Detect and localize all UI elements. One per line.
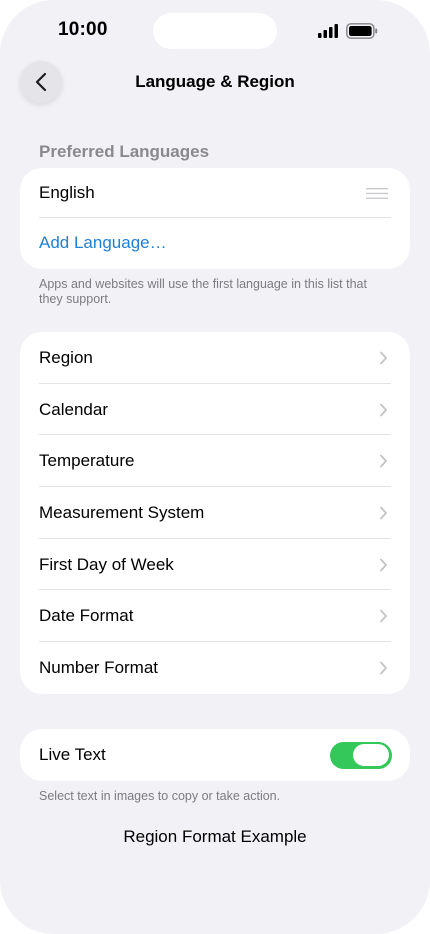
settings-row-date-format[interactable]: Date Format bbox=[20, 590, 410, 643]
battery-icon bbox=[346, 23, 378, 39]
language-row-english[interactable]: English bbox=[20, 168, 410, 218]
settings-row-label: Number Format bbox=[39, 657, 159, 677]
settings-row-label: Temperature bbox=[39, 451, 135, 471]
region-format-example[interactable]: Region Format Example bbox=[0, 827, 430, 847]
settings-row-label: Calendar bbox=[39, 399, 108, 419]
live-text-label: Live Text bbox=[39, 745, 106, 764]
live-text-row: Live Text bbox=[20, 729, 410, 781]
settings-row-region[interactable]: Region bbox=[20, 332, 410, 384]
settings-row-temperature[interactable]: Temperature bbox=[20, 435, 410, 488]
reorder-handle-icon[interactable] bbox=[366, 187, 388, 199]
signal-icon bbox=[318, 24, 338, 38]
chevron-right-icon bbox=[380, 506, 387, 520]
settings-row-label: First Day of Week bbox=[39, 554, 174, 574]
chevron-right-icon bbox=[380, 351, 387, 365]
toggle-knob bbox=[353, 744, 389, 766]
chevron-right-icon bbox=[380, 454, 387, 468]
languages-footnote: Apps and websites will use the first lan… bbox=[39, 277, 367, 306]
region-settings-card: Region Calendar Temperature Measurement … bbox=[20, 332, 410, 694]
settings-row-label: Date Format bbox=[39, 606, 134, 626]
settings-row-first-day-of-week[interactable]: First Day of Week bbox=[20, 539, 410, 591]
live-text-card: Live Text bbox=[20, 729, 410, 781]
chevron-right-icon bbox=[380, 403, 387, 416]
chevron-right-icon bbox=[380, 609, 387, 623]
settings-row-label: Measurement System bbox=[39, 502, 205, 522]
page-title: Language & Region bbox=[135, 72, 295, 91]
live-text-toggle[interactable] bbox=[330, 741, 392, 769]
chevron-right-icon bbox=[380, 661, 387, 675]
settings-row-number-format[interactable]: Number Format bbox=[20, 642, 410, 694]
add-language-label: Add Language… bbox=[39, 233, 167, 252]
languages-card: English Add Language… bbox=[20, 168, 410, 269]
dynamic-island bbox=[153, 13, 277, 49]
add-language-button[interactable]: Add Language… bbox=[20, 218, 410, 268]
settings-row-label: Region bbox=[39, 347, 93, 367]
settings-row-calendar[interactable]: Calendar bbox=[20, 384, 410, 436]
status-time: 10:00 bbox=[58, 19, 108, 40]
section-header-preferred-languages: Preferred Languages bbox=[39, 142, 210, 161]
settings-row-measurement-system[interactable]: Measurement System bbox=[20, 487, 410, 539]
phone-screen: 10:00 Language & Region Preferred Langua… bbox=[0, 0, 430, 934]
chevron-right-icon bbox=[380, 558, 387, 571]
live-text-footnote: Select text in images to copy or take ac… bbox=[39, 789, 281, 803]
language-label: English bbox=[39, 183, 95, 202]
